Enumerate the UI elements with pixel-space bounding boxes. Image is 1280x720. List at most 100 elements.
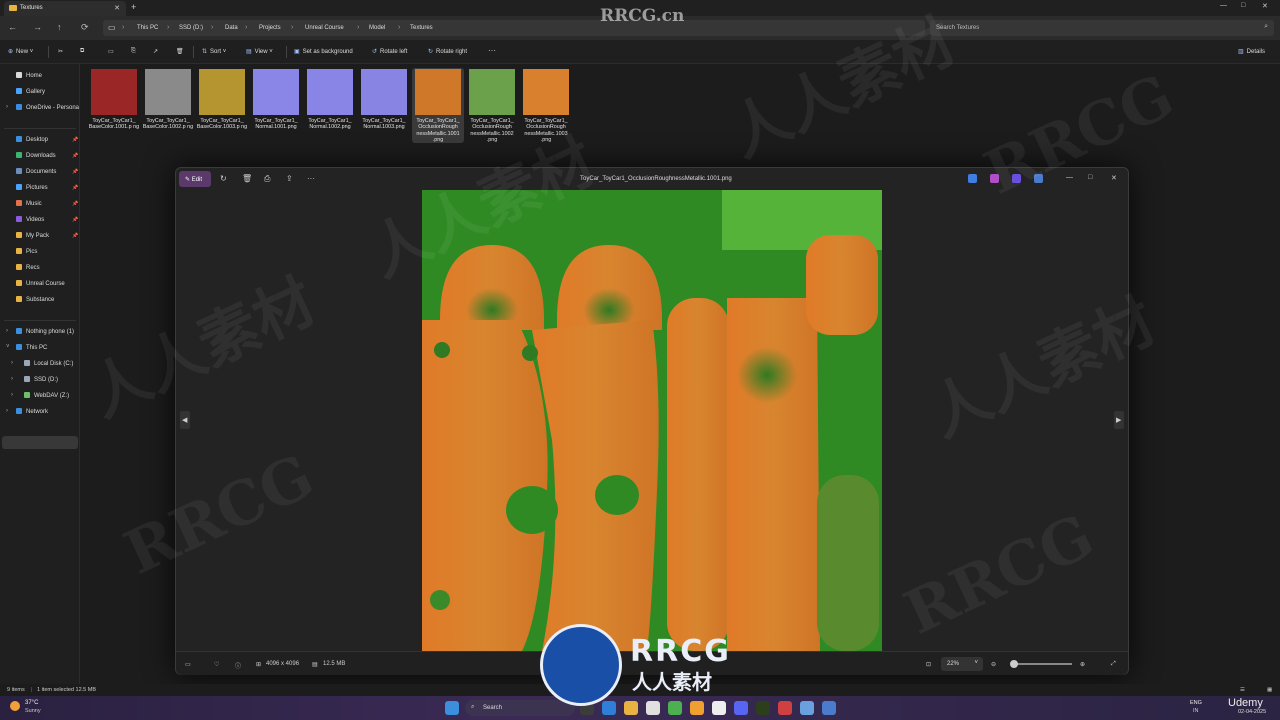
file-item[interactable]: ToyCar_ToyCar1_ BaseColor.1003.p ng (196, 68, 248, 131)
large-icons-view-icon[interactable]: ▦ (1267, 687, 1272, 693)
sidebar-item-my-pack[interactable]: My Pack (16, 232, 49, 239)
zoom-level-dropdown[interactable]: 22% ˅ (941, 657, 983, 671)
maximize-button[interactable]: □ (1241, 2, 1245, 9)
fit-to-window-icon[interactable]: ⊡ (926, 661, 931, 668)
search-box[interactable]: Search Textures ⌕ (930, 20, 1274, 36)
paste-icon[interactable]: ⎘ (131, 48, 136, 55)
breadcrumb-item[interactable]: Unreal Course (305, 25, 344, 31)
breadcrumb-item[interactable]: This PC (137, 25, 158, 31)
minimize-button[interactable]: — (1220, 2, 1227, 9)
snipping-tool-icon[interactable] (822, 701, 836, 715)
chevron-right-icon[interactable]: › (11, 360, 13, 366)
close-button[interactable]: ✕ (1262, 2, 1268, 10)
share-icon[interactable]: ↗ (153, 48, 158, 55)
sidebar-item-network[interactable]: Network (16, 408, 48, 415)
language-code[interactable]: ENG (1190, 700, 1202, 706)
sidebar-item-webdav-z[interactable]: WebDAV (Z:) (24, 392, 69, 399)
delete-icon[interactable]: 🗑 (176, 48, 184, 55)
tab-close-icon[interactable]: ✕ (114, 4, 120, 12)
photos-icon[interactable] (800, 701, 814, 715)
chevron-right-icon[interactable]: › (6, 328, 8, 334)
sidebar-item-nothing-phone-1[interactable]: Nothing phone (1) (16, 328, 74, 335)
favorite-icon[interactable]: ♡ (214, 661, 219, 668)
refresh-button[interactable]: ⟳ (81, 22, 89, 33)
rotate-right-button[interactable]: ↻ Rotate right (428, 48, 467, 55)
breadcrumb-item[interactable]: Textures (410, 25, 433, 31)
file-item[interactable]: ToyCar_ToyCar1_ OcclusionRough nessMetal… (520, 68, 572, 143)
edit-button[interactable]: ✎ Edit (179, 171, 211, 187)
chevron-right-icon[interactable]: › (11, 376, 13, 382)
breadcrumb-item[interactable]: SSD (D:) (179, 25, 203, 31)
file-explorer-icon[interactable] (624, 701, 638, 715)
chevron-down-icon[interactable]: ˅ (6, 344, 10, 350)
sidebar-item-unreal-course[interactable]: Unreal Course (16, 280, 65, 287)
clock-date[interactable]: 02-04-2025 (1238, 709, 1266, 715)
language-region[interactable]: IN (1193, 708, 1199, 714)
zoom-out-icon[interactable]: ⊖ (991, 661, 996, 668)
sidebar-item-documents[interactable]: Documents (16, 168, 56, 175)
start-icon[interactable] (445, 701, 459, 715)
store-icon[interactable] (646, 701, 660, 715)
app-icon-photos[interactable] (968, 174, 977, 183)
chevron-right-icon[interactable]: › (6, 104, 8, 110)
sort-button[interactable]: ⇅ Sort ˅ (202, 48, 226, 55)
zoom-slider-thumb[interactable] (1010, 660, 1018, 668)
blender-icon[interactable] (690, 701, 704, 715)
sidebar-item-this-pc[interactable]: This PC (16, 344, 47, 351)
details-button[interactable]: ▥ Details (1238, 48, 1265, 55)
share-icon[interactable]: ⇪ (286, 174, 293, 183)
set-background-button[interactable]: ▣ Set as background (294, 48, 353, 55)
app-icon-onedrive[interactable] (1034, 174, 1043, 183)
tab-textures[interactable]: Textures ✕ (4, 1, 126, 16)
file-item[interactable]: ToyCar_ToyCar1_ BaseColor.1002.p ng (142, 68, 194, 131)
rotate-left-button[interactable]: ↺ Rotate left (372, 48, 407, 55)
more-options-icon[interactable]: ··· (307, 174, 315, 183)
viewer-maximize-button[interactable]: □ (1088, 174, 1092, 181)
fullscreen-icon[interactable]: ⤢ (1111, 661, 1116, 668)
sidebar-item-onedrive-persona[interactable]: OneDrive - Persona (16, 104, 79, 111)
rename-icon[interactable]: ▭ (108, 48, 114, 55)
edge-icon[interactable] (602, 701, 616, 715)
file-item[interactable]: ToyCar_ToyCar1_ Normal.1003.png (358, 68, 410, 131)
sidebar-item-local-disk-c[interactable]: Local Disk (C:) (24, 360, 73, 367)
new-tab-button[interactable]: + (131, 2, 136, 12)
sidebar-item-recs[interactable]: Recs (16, 264, 40, 271)
file-item[interactable]: ToyCar_ToyCar1_ OcclusionRough nessMetal… (412, 68, 464, 144)
copy-icon[interactable]: ⧉ (80, 48, 84, 55)
back-button[interactable]: ← (8, 22, 17, 32)
painter-icon[interactable] (756, 701, 770, 715)
next-image-button[interactable]: ▶ (1114, 411, 1124, 429)
file-item[interactable]: ToyCar_ToyCar1_ BaseColor.1001.p ng (88, 68, 140, 131)
sidebar-item-home[interactable]: Home (16, 72, 42, 79)
previous-image-button[interactable]: ◀ (180, 411, 190, 429)
info-icon[interactable]: ⓘ (235, 661, 241, 670)
address-bar[interactable]: ▭ › This PC › SSD (D:) › Data › Projects… (103, 20, 925, 36)
sidebar-item-downloads[interactable]: Downloads (16, 152, 56, 159)
chevron-right-icon[interactable]: › (11, 392, 13, 398)
sidebar-item-videos[interactable]: Videos (16, 216, 44, 223)
sidebar-item-music[interactable]: Music (16, 200, 42, 207)
viewer-close-button[interactable]: ✕ (1111, 174, 1117, 182)
app-icon-clipchamp[interactable] (990, 174, 999, 183)
filmstrip-icon[interactable]: ▭ (185, 661, 191, 668)
more-button[interactable]: ··· (488, 46, 496, 55)
breadcrumb-item[interactable]: Model (369, 25, 385, 31)
cut-icon[interactable]: ✂ (58, 48, 63, 55)
breadcrumb-item[interactable]: Projects (259, 25, 281, 31)
chrome-icon[interactable] (668, 701, 682, 715)
sidebar-item-gallery[interactable]: Gallery (16, 88, 45, 95)
sidebar-item-desktop[interactable]: Desktop (16, 136, 48, 143)
weather-icon[interactable] (10, 701, 20, 711)
github-icon[interactable] (712, 701, 726, 715)
sidebar-item-pics[interactable]: Pics (16, 248, 37, 255)
sidebar-item-pictures[interactable]: Pictures (16, 184, 48, 191)
new-button[interactable]: ⊕ New ˅ (8, 48, 33, 55)
up-button[interactable]: ↑ (57, 22, 62, 32)
view-button[interactable]: ▤ View ˅ (246, 48, 273, 55)
forward-button[interactable]: → (33, 22, 42, 32)
file-item[interactable]: ToyCar_ToyCar1_ Normal.1002.png (304, 68, 356, 131)
print-icon[interactable]: ⎙ (264, 174, 270, 184)
zoom-slider[interactable] (1012, 663, 1072, 665)
details-view-icon[interactable]: ☰ (1240, 687, 1245, 693)
rotate-icon[interactable]: ↻ (220, 174, 227, 183)
